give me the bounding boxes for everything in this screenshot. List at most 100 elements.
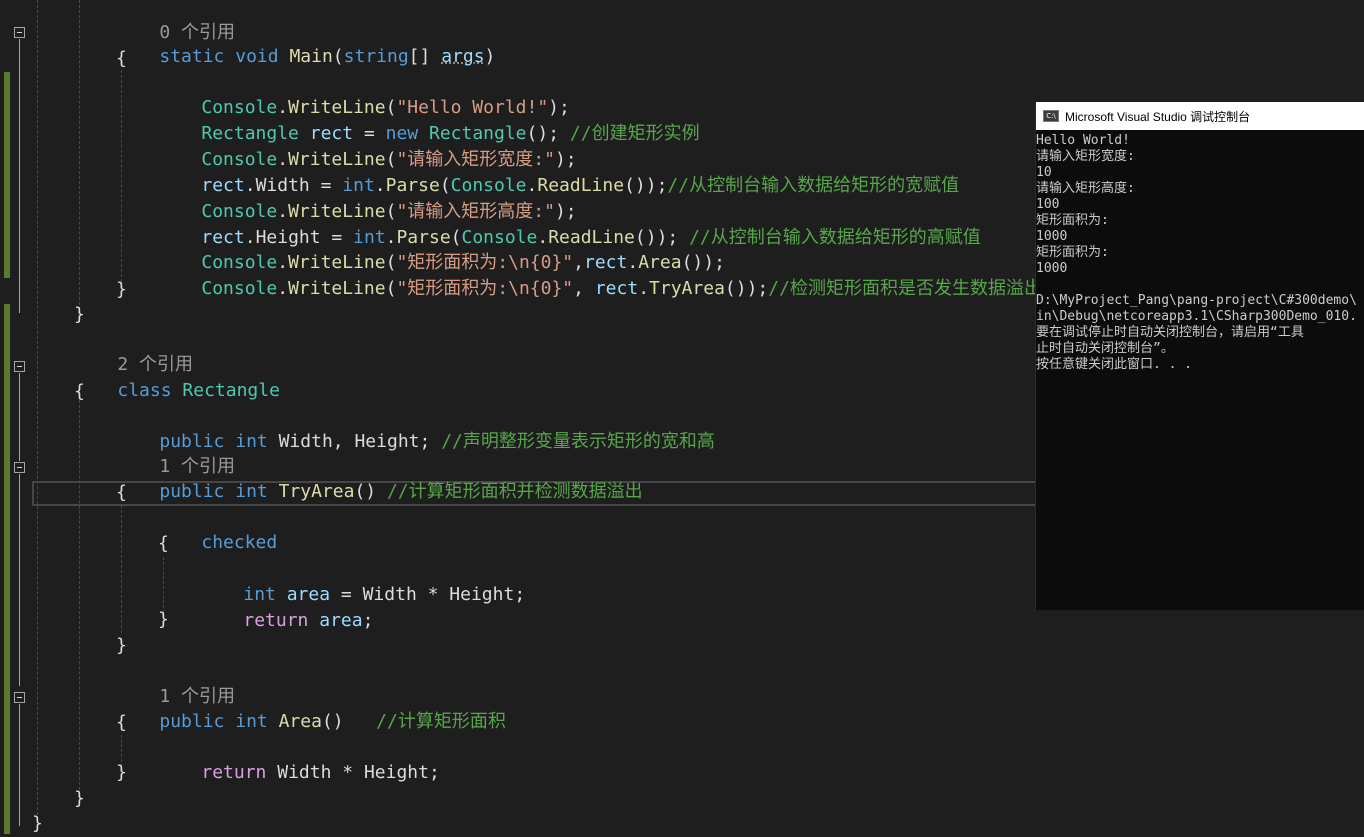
- keyword: int: [235, 711, 268, 732]
- code-line: checked: [158, 507, 277, 553]
- code-line: Rectangle rect = new Rectangle(); //创建矩形…: [201, 123, 700, 144]
- type-name: Rectangle: [182, 380, 280, 401]
- code-line: }: [158, 609, 169, 630]
- variable: rect: [594, 278, 639, 299]
- indent-guide: [121, 70, 122, 282]
- fold-line: [19, 39, 20, 313]
- collapse-area-icon[interactable]: [14, 692, 25, 703]
- code-line: }: [116, 635, 127, 656]
- console-line: 请输入矩形宽度:: [1036, 149, 1135, 164]
- keyword: return: [201, 762, 267, 783]
- comment: //计算矩形面积: [376, 711, 506, 732]
- keyword: static: [159, 46, 225, 67]
- type-name: Console: [201, 278, 278, 299]
- console-line: 矩形面积为:: [1036, 213, 1109, 228]
- keyword: checked: [201, 532, 278, 553]
- code-line: 0 个引用: [116, 0, 235, 43]
- indent-guide: [79, 0, 80, 310]
- keyword: int: [235, 481, 268, 502]
- method-name: Area: [278, 711, 322, 732]
- code-line: }: [116, 279, 127, 300]
- change-marker: [4, 304, 10, 834]
- field-name: Height: [354, 431, 420, 452]
- fold-line: [19, 373, 20, 461]
- code-line: }: [74, 304, 85, 325]
- console-line: Hello World!: [1036, 133, 1130, 148]
- console-line: 10: [1036, 165, 1052, 180]
- console-line: D:\MyProject_Pang\pang-project\C#300demo…: [1036, 293, 1357, 308]
- console-line: 1000: [1036, 229, 1068, 244]
- comment: //声明整形变量表示矩形的宽和高: [441, 431, 715, 452]
- code-line: public int Width, Height; //声明整形变量表示矩形的宽…: [159, 431, 715, 452]
- code-line: static void Main(string[] args): [159, 46, 496, 67]
- field-name: Width: [278, 431, 333, 452]
- method-name: TryArea: [278, 481, 355, 502]
- keyword: return: [243, 610, 309, 631]
- console-title: Microsoft Visual Studio 调试控制台: [1065, 109, 1251, 124]
- fold-line: [19, 474, 20, 686]
- string-literal: "矩形面积为:\n{0}": [396, 278, 574, 299]
- debug-console-window[interactable]: C:\ Microsoft Visual Studio 调试控制台 Hello …: [1035, 102, 1364, 610]
- keyword: void: [235, 46, 279, 67]
- indent-guide: [37, 0, 38, 830]
- code-line: rect.Height = int.Parse(Console.ReadLine…: [201, 227, 981, 248]
- comment: //检测矩形面积是否发生数据溢出: [768, 278, 1042, 299]
- code-line: 1 个引用: [116, 431, 235, 477]
- code-line: {: [158, 533, 169, 554]
- console-line: in\Debug\netcoreapp3.1\CSharp300Demo_010…: [1036, 309, 1357, 324]
- code-line: Console.WriteLine("矩形面积为:\n{0}", rect.Tr…: [201, 278, 1042, 299]
- code-line: Console.WriteLine("请输入矩形宽度:");: [201, 149, 577, 170]
- code-line: 2 个引用: [74, 329, 193, 375]
- code-line: Console.WriteLine("请输入矩形高度:");: [201, 201, 577, 222]
- console-line: 要在调试停止时自动关闭控制台，请启用“工具: [1036, 325, 1304, 340]
- keyword: string: [343, 46, 409, 67]
- change-marker: [4, 72, 10, 278]
- code-line: return Width * Height;: [201, 762, 440, 783]
- parameter: args: [441, 46, 485, 67]
- code-line: rect.Width = int.Parse(Console.ReadLine(…: [201, 175, 960, 196]
- console-line: 1000: [1036, 261, 1068, 276]
- collapse-main-icon[interactable]: [14, 27, 25, 38]
- console-line: 按任意键关闭此窗口. . .: [1036, 357, 1193, 372]
- method-name: TryArea: [649, 278, 725, 299]
- code-line: {: [116, 482, 127, 503]
- field-name: Width: [277, 762, 332, 783]
- console-line: 100: [1036, 197, 1060, 212]
- code-line: 1 个引用: [116, 661, 235, 707]
- console-line: 请输入矩形高度:: [1036, 181, 1135, 196]
- collapse-class-icon[interactable]: [14, 361, 25, 372]
- method-name: WriteLine: [288, 278, 386, 299]
- comment: //创建矩形实例: [569, 123, 700, 144]
- code-line: public int Area() //计算矩形面积: [159, 711, 506, 732]
- keyword: int: [235, 431, 268, 452]
- code-line: return area;: [243, 610, 374, 631]
- code-line: }: [74, 788, 85, 809]
- console-line: 止时自动关闭控制台”。: [1036, 341, 1174, 356]
- console-line: 矩形面积为:: [1036, 245, 1109, 260]
- variable: area: [319, 610, 363, 631]
- code-line: int area = Width * Height;: [243, 584, 526, 605]
- field-name: Height: [363, 762, 429, 783]
- keyword: public: [159, 711, 225, 732]
- code-line: class Rectangle: [74, 355, 280, 401]
- keyword: class: [117, 380, 172, 401]
- fold-line: [19, 704, 20, 826]
- collapse-tryarea-icon[interactable]: [14, 462, 25, 473]
- keyword: public: [159, 481, 225, 502]
- console-titlebar[interactable]: C:\ Microsoft Visual Studio 调试控制台: [1036, 102, 1364, 130]
- indent-guide: [79, 390, 80, 800]
- code-line: Console.WriteLine("Hello World!");: [201, 97, 570, 118]
- code-line: }: [32, 813, 43, 834]
- comment: //从控制台输入数据给矩形的高赋值: [689, 227, 981, 248]
- code-line: Console.WriteLine("矩形面积为:\n{0}",rect.Are…: [201, 252, 725, 273]
- field-name: Height: [449, 584, 515, 605]
- method-name: Main: [289, 46, 333, 67]
- code-line: {: [116, 48, 127, 69]
- comment: //从控制台输入数据给矩形的宽赋值: [667, 175, 960, 196]
- comment: //计算矩形面积并检测数据溢出: [386, 481, 643, 502]
- code-line: public int TryArea() //计算矩形面积并检测数据溢出: [159, 481, 643, 502]
- console-app-icon: C:\: [1043, 110, 1059, 122]
- code-line: {: [116, 712, 127, 733]
- console-output[interactable]: Hello World! 请输入矩形宽度: 10 请输入矩形高度: 100 矩形…: [1036, 130, 1364, 373]
